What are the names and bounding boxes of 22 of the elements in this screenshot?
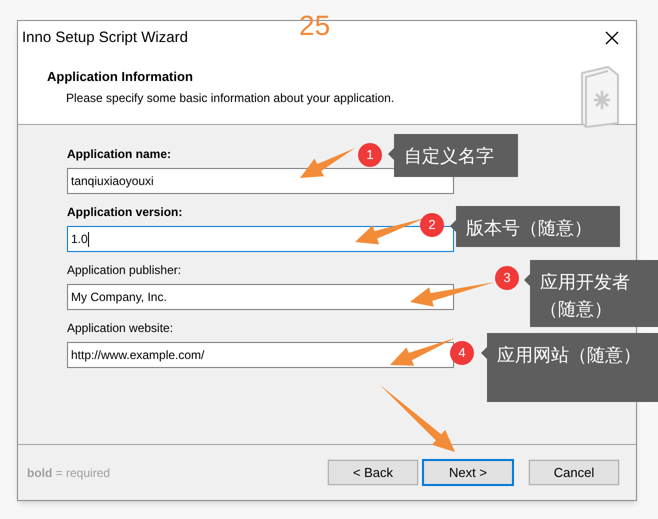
page-subtitle: Please specify some basic information about your application. bbox=[65, 90, 394, 106]
callout-text: 应用网站（随意） bbox=[497, 344, 642, 367]
dialog-button[interactable]: Cancel bbox=[528, 459, 620, 486]
text-field[interactable]: http://www.example.com/ bbox=[67, 342, 454, 368]
arrow bbox=[300, 148, 355, 178]
page-title: Application Information bbox=[47, 68, 194, 86]
callout-text: 应用开发者（随意） bbox=[540, 271, 631, 321]
text-cursor bbox=[88, 232, 89, 246]
close-icon bbox=[605, 31, 619, 45]
arrow bbox=[390, 338, 455, 366]
callout-text: 自定义名字 bbox=[404, 145, 495, 168]
text-field[interactable]: tanqiuxiaoyouxi bbox=[67, 168, 454, 194]
window-title: Inno Setup Script Wizard bbox=[22, 28, 188, 48]
text-field[interactable]: My Company, Inc. bbox=[67, 284, 454, 310]
callout-text: 版本号（随意） bbox=[466, 217, 593, 240]
field-label: Application publisher: bbox=[67, 262, 182, 279]
dialog-button[interactable]: < Back bbox=[327, 459, 419, 486]
field-label: Application name: bbox=[67, 146, 172, 163]
field-label: Application version: bbox=[67, 204, 182, 221]
required-legend: bold = required bbox=[27, 464, 110, 482]
dialog-button[interactable]: Next > bbox=[422, 459, 514, 486]
field-label: Application website: bbox=[67, 320, 174, 337]
